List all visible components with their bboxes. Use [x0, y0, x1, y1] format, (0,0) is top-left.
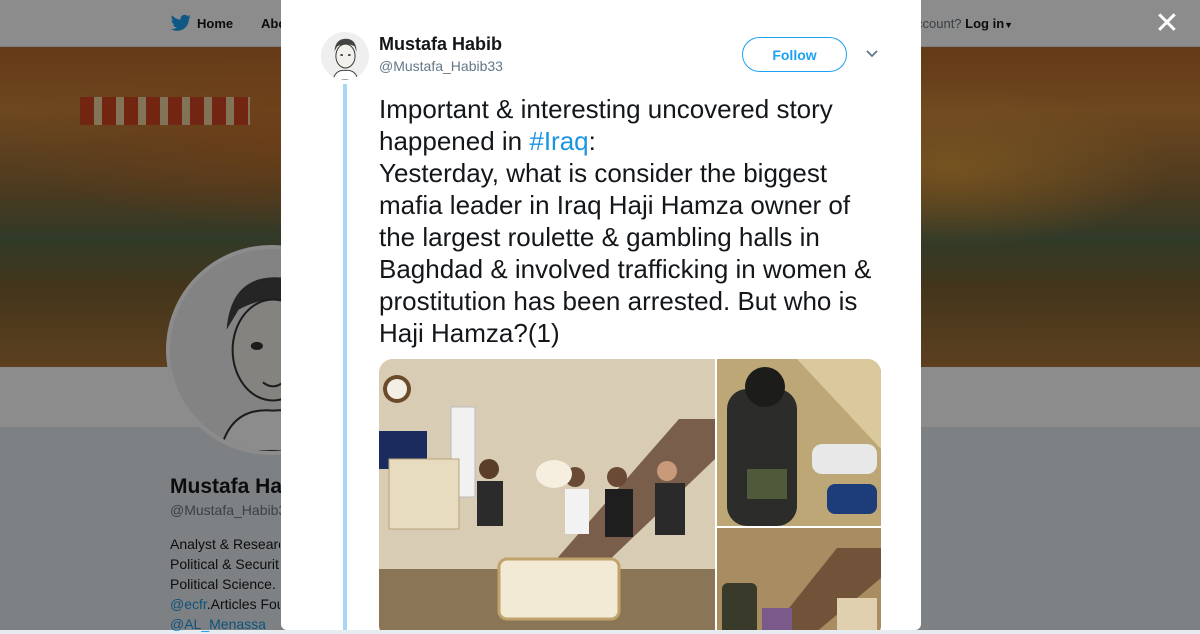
tweet-photo[interactable]: [379, 359, 715, 630]
close-icon[interactable]: ✕: [1154, 9, 1180, 39]
photo-raid: [717, 359, 881, 526]
tweet-text-part: Important & interesting uncovered story …: [379, 94, 841, 156]
tweet-modal: Mustafa Habib @Mustafa_Habib33 Follow Im…: [281, 0, 921, 630]
author-name[interactable]: Mustafa Habib: [379, 34, 502, 55]
tweet-text: Important & interesting uncovered story …: [379, 93, 889, 349]
tweet-photo[interactable]: [717, 359, 881, 526]
avatar-illustration: [321, 32, 369, 80]
chevron-down-icon[interactable]: [864, 46, 880, 62]
thread-line: [343, 84, 347, 630]
tweet-media-grid: [379, 359, 881, 630]
author-avatar[interactable]: [321, 32, 369, 80]
photo-interior: [717, 528, 881, 630]
tweet-text-part: : Yesterday, what is consider the bigges…: [379, 126, 872, 348]
author-handle[interactable]: @Mustafa_Habib33: [379, 58, 503, 74]
hashtag-link[interactable]: #Iraq: [529, 126, 588, 156]
follow-button[interactable]: Follow: [742, 37, 847, 72]
tweet-photo[interactable]: [717, 528, 881, 630]
photo-living-room: [379, 359, 715, 630]
